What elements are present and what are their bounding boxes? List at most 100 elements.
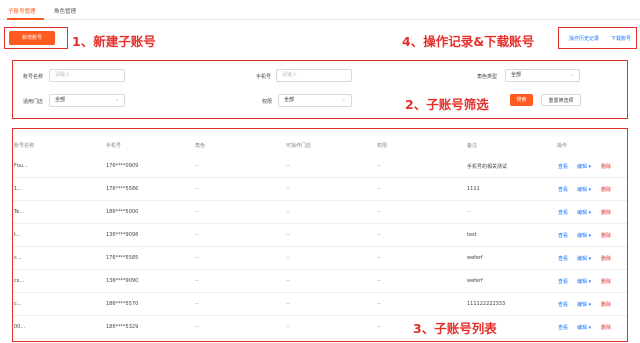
table-row: Fou... 176****0909 -- -- -- 手机号的相关测试 查看 编辑 ▾ 删除 [13, 155, 627, 178]
permission-select[interactable]: 全部 ⌄ [278, 94, 352, 107]
phone-label: 手机号 [256, 74, 272, 80]
edit-button[interactable]: 编辑 ▾ [577, 232, 591, 239]
cell-role: -- [195, 163, 199, 169]
store-value: 全部 [55, 97, 66, 103]
cell-store: -- [286, 209, 290, 215]
cell-phone: 136****9090 [106, 278, 139, 284]
cell-note: test [467, 232, 477, 238]
header-actions: 操作 [557, 143, 568, 149]
chevron-down-icon: ⌄ [341, 97, 346, 103]
edit-button[interactable]: 编辑 ▾ [577, 163, 591, 170]
tab-role[interactable]: 角色管理 [54, 7, 76, 15]
store-label: 适用门店 [23, 99, 44, 105]
table-row: 1... 176****5586 -- -- -- 1111 查看 编辑 ▾ 删除 [13, 178, 627, 201]
edit-button[interactable]: 编辑 ▾ [577, 324, 591, 331]
annotation-3: 3、子账号列表 [413, 321, 497, 336]
cell-store: -- [286, 301, 290, 307]
delete-button[interactable]: 删除 [601, 232, 611, 239]
table-row: cs... 136****9090 -- -- -- weferf 查看 编辑 ▾ 删除 [13, 270, 627, 293]
cell-role: -- [195, 324, 199, 330]
cell-role: -- [195, 209, 199, 215]
reset-filters-button[interactable]: 重置筛选项 [541, 94, 581, 106]
header-note: 备注 [467, 143, 478, 149]
cell-store: -- [286, 163, 290, 169]
table-row: 00... 186****5329 -- -- -- -- 查看 编辑 ▾ 删除 [13, 316, 627, 339]
cell-perm: -- [377, 324, 381, 330]
delete-button[interactable]: 删除 [601, 324, 611, 331]
cell-name: c... [14, 301, 22, 307]
view-button[interactable]: 查看 [558, 301, 568, 308]
cell-phone: 186****5570 [106, 301, 139, 307]
cell-note: 111122222333 [467, 301, 506, 307]
table-row: c... 186****5570 -- -- -- 111122222333 查看 编辑 ▾ 删… [13, 293, 627, 316]
cell-phone: 136****9098 [106, 232, 139, 238]
cell-note: -- [467, 209, 471, 215]
cell-phone: 176****5586 [106, 186, 139, 192]
cell-phone: 176****0909 [106, 163, 139, 169]
cell-perm: -- [377, 255, 381, 261]
new-account-button[interactable]: 新增账号 [9, 31, 55, 45]
cell-perm: -- [377, 163, 381, 169]
cell-perm: -- [377, 278, 381, 284]
view-button[interactable]: 查看 [558, 255, 568, 262]
cell-perm: -- [377, 186, 381, 192]
role-type-select[interactable]: 全部 ⌄ [505, 69, 580, 82]
cell-name: 1... [14, 186, 22, 192]
annotation-1: 1、新建子账号 [72, 34, 156, 49]
cell-perm: -- [377, 301, 381, 307]
delete-button[interactable]: 删除 [601, 301, 611, 308]
cell-role: -- [195, 278, 199, 284]
edit-button[interactable]: 编辑 ▾ [577, 278, 591, 285]
cell-note: weferf [467, 278, 483, 284]
tab-sub-account[interactable]: 子账号管理 [8, 7, 36, 15]
cell-role: -- [195, 255, 199, 261]
view-button[interactable]: 查看 [558, 324, 568, 331]
edit-button[interactable]: 编辑 ▾ [577, 301, 591, 308]
cell-perm: -- [377, 232, 381, 238]
table-row: c... 176****5585 -- -- -- weferf 查看 编辑 ▾ 删除 [13, 247, 627, 270]
cell-phone: 186****5000 [106, 209, 139, 215]
cell-name: 00... [14, 324, 26, 330]
cell-name: c... [14, 255, 22, 261]
header-phone: 手机号 [106, 143, 122, 149]
cell-name: Fou... [14, 163, 28, 169]
cell-note: weferf [467, 255, 483, 261]
delete-button[interactable]: 删除 [601, 278, 611, 285]
edit-button[interactable]: 编辑 ▾ [577, 186, 591, 193]
cell-name: cs... [14, 278, 25, 284]
header-account-name: 账号名称 [14, 143, 35, 149]
cell-store: -- [286, 232, 290, 238]
cell-role: -- [195, 232, 199, 238]
history-link[interactable]: 操作历史记录 [569, 35, 599, 42]
edit-button[interactable]: 编辑 ▾ [577, 255, 591, 262]
permission-value: 全部 [284, 97, 295, 103]
cell-note: 1111 [467, 186, 480, 192]
search-button[interactable]: 搜索 [510, 94, 533, 106]
cell-role: -- [195, 301, 199, 307]
tab-bar: 子账号管理 角色管理 [0, 0, 640, 20]
active-tab-indicator [7, 18, 44, 20]
delete-button[interactable]: 删除 [601, 163, 611, 170]
view-button[interactable]: 查看 [558, 232, 568, 239]
delete-button[interactable]: 删除 [601, 209, 611, 216]
table-row: Te... 186****5000 -- -- -- -- 查看 编辑 ▾ 删除 [13, 201, 627, 224]
account-name-input[interactable]: 请输入 [49, 69, 125, 82]
cell-phone: 186****5329 [106, 324, 139, 330]
cell-store: -- [286, 324, 290, 330]
delete-button[interactable]: 删除 [601, 186, 611, 193]
edit-button[interactable]: 编辑 ▾ [577, 209, 591, 216]
view-button[interactable]: 查看 [558, 186, 568, 193]
delete-button[interactable]: 删除 [601, 255, 611, 262]
cell-phone: 176****5585 [106, 255, 139, 261]
download-link[interactable]: 下载账号 [611, 35, 631, 42]
view-button[interactable]: 查看 [558, 209, 568, 216]
store-select[interactable]: 全部 ⌄ [49, 94, 125, 107]
view-button[interactable]: 查看 [558, 163, 568, 170]
table-row: t... 136****9098 -- -- -- test 查看 编辑 ▾ 删除 [13, 224, 627, 247]
role-type-label: 角色类型 [477, 74, 498, 80]
role-type-value: 全部 [511, 72, 522, 78]
phone-input[interactable]: 请输入 [276, 69, 352, 82]
cell-store: -- [286, 186, 290, 192]
permission-label: 权限 [262, 99, 273, 105]
view-button[interactable]: 查看 [558, 278, 568, 285]
